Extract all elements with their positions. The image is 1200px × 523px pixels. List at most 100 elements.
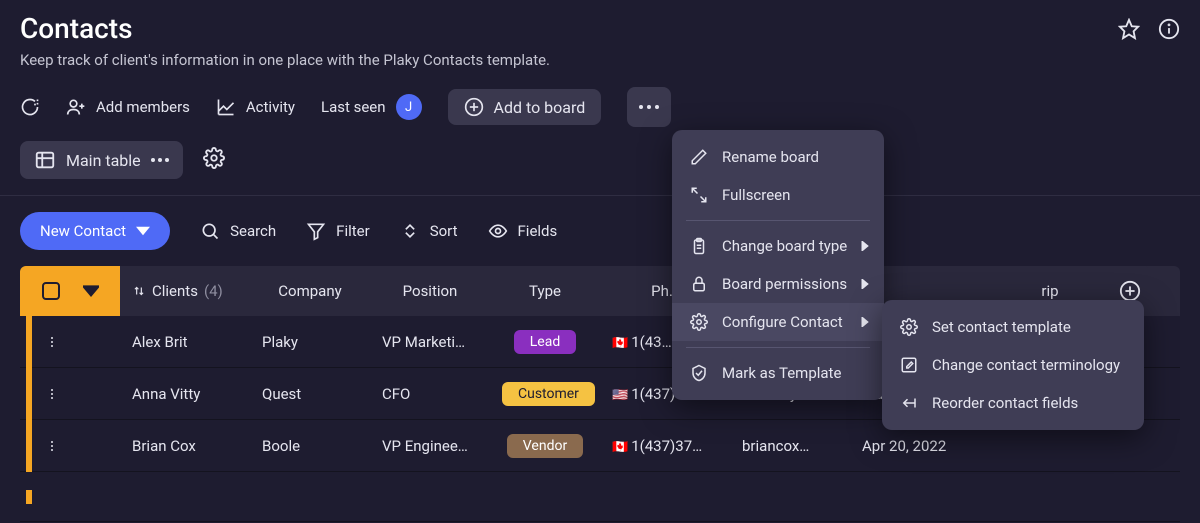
type-tag: Lead bbox=[514, 330, 576, 354]
new-contact-label: New Contact bbox=[40, 222, 126, 240]
cell-name: Brian Cox bbox=[120, 437, 250, 455]
column-clients[interactable]: Clients (4) bbox=[120, 282, 250, 300]
board-menu: Rename board Fullscreen Change board type B… bbox=[672, 130, 884, 400]
drag-icon bbox=[132, 284, 146, 298]
menu-item-mark-as-template[interactable]: Mark as Template bbox=[672, 354, 884, 392]
fields-label: Fields bbox=[518, 222, 558, 240]
main-table-view[interactable]: Main table bbox=[20, 141, 183, 179]
cell-type: Vendor bbox=[490, 434, 600, 458]
chevron-right-icon bbox=[860, 317, 870, 327]
submenu-item-reorder-contact-fields[interactable]: Reorder contact fields bbox=[882, 384, 1144, 422]
chevron-right-icon bbox=[860, 279, 870, 289]
column-position[interactable]: Position bbox=[370, 282, 490, 300]
cell-company: Plaky bbox=[250, 333, 370, 351]
cell-position: VP Marketi… bbox=[370, 333, 490, 351]
toolbar: Add members Activity Last seen J Add to … bbox=[0, 73, 1200, 137]
column-count: (4) bbox=[204, 282, 223, 300]
menu-item-label: Fullscreen bbox=[722, 186, 790, 204]
menu-item-label: Rename board bbox=[722, 148, 819, 166]
chevron-right-icon bbox=[860, 241, 870, 251]
column-label: Clients bbox=[152, 282, 198, 300]
select-all[interactable] bbox=[20, 266, 120, 316]
column-type[interactable]: Type bbox=[490, 282, 600, 300]
sort-button[interactable]: Sort bbox=[400, 221, 458, 241]
column-label: Type bbox=[529, 282, 561, 300]
submenu-item-set-contact-template[interactable]: Set contact template bbox=[882, 308, 1144, 346]
submenu-item-label: Reorder contact fields bbox=[932, 394, 1078, 412]
cell-company: Boole bbox=[250, 437, 370, 455]
cell-company: Quest bbox=[250, 385, 370, 403]
column-desc[interactable]: rip bbox=[990, 282, 1110, 300]
main-table-label: Main table bbox=[66, 151, 141, 170]
flag-icon: 🇨🇦 bbox=[612, 440, 628, 455]
row-color-bar bbox=[26, 420, 32, 472]
cell-type: Customer bbox=[490, 382, 600, 406]
menu-item-label: Change board type bbox=[722, 237, 847, 255]
flag-icon: 🇨🇦 bbox=[612, 336, 628, 351]
last-seen[interactable]: Last seen J bbox=[321, 94, 422, 120]
cell-type: Lead bbox=[490, 330, 600, 354]
page-subtitle: Keep track of client's information in on… bbox=[20, 51, 1118, 69]
view-settings-button[interactable] bbox=[203, 147, 225, 173]
add-to-board-label: Add to board bbox=[494, 98, 586, 117]
menu-item-change-board-type[interactable]: Change board type bbox=[672, 227, 884, 265]
menu-item-rename-board[interactable]: Rename board bbox=[672, 138, 884, 176]
activity-button[interactable]: Activity bbox=[216, 97, 295, 117]
add-members-button[interactable]: Add members bbox=[66, 97, 190, 117]
view-row: Main table bbox=[0, 137, 1200, 196]
cell-name: Anna Vitty bbox=[120, 385, 250, 403]
info-icon[interactable] bbox=[1158, 18, 1180, 44]
submenu-item-label: Set contact template bbox=[932, 318, 1071, 336]
type-tag: Vendor bbox=[507, 434, 583, 458]
refresh-button[interactable] bbox=[20, 97, 40, 117]
new-contact-button[interactable]: New Contact bbox=[20, 212, 170, 250]
title-block: Contacts Keep track of client's informat… bbox=[20, 12, 1118, 69]
column-label: rip bbox=[1041, 282, 1058, 300]
chevron-down-icon bbox=[136, 224, 150, 238]
row-handle[interactable] bbox=[20, 368, 120, 420]
row-handle[interactable] bbox=[20, 316, 120, 368]
column-label: Company bbox=[278, 282, 341, 300]
cell-phone: 🇨🇦1(437)37… bbox=[600, 437, 730, 455]
menu-item-label: Configure Contact bbox=[722, 313, 843, 331]
view-more-icon[interactable] bbox=[151, 158, 169, 162]
submenu-item-label: Change contact terminology bbox=[932, 356, 1120, 374]
page-title: Contacts bbox=[20, 12, 1118, 45]
activity-label: Activity bbox=[246, 98, 295, 116]
menu-item-configure-contact[interactable]: Configure Contact bbox=[672, 303, 884, 341]
row-handle[interactable] bbox=[20, 420, 120, 472]
cell-position: VP Enginee… bbox=[370, 437, 490, 455]
menu-item-label: Mark as Template bbox=[722, 364, 841, 382]
chevron-down-icon bbox=[83, 283, 99, 299]
menu-item-board-permissions[interactable]: Board permissions bbox=[672, 265, 884, 303]
add-to-board-button[interactable]: Add to board bbox=[448, 89, 602, 125]
last-seen-label: Last seen bbox=[321, 98, 386, 116]
column-label: Position bbox=[403, 282, 458, 300]
cell-date: Apr 20, 2022 bbox=[850, 437, 990, 455]
menu-item-fullscreen[interactable]: Fullscreen bbox=[672, 176, 884, 214]
row-color-bar bbox=[26, 368, 32, 420]
cell-position: CFO bbox=[370, 385, 490, 403]
configure-contact-submenu: Set contact template Change contact termi… bbox=[882, 300, 1144, 430]
row-color-bar bbox=[26, 316, 32, 368]
menu-separator bbox=[686, 220, 870, 221]
more-button[interactable] bbox=[627, 87, 671, 127]
more-vertical-icon[interactable] bbox=[44, 334, 60, 350]
menu-item-label: Board permissions bbox=[722, 275, 847, 293]
cell-name: Alex Brit bbox=[120, 333, 250, 351]
submenu-item-change-contact-terminology[interactable]: Change contact terminology bbox=[882, 346, 1144, 384]
filter-button[interactable]: Filter bbox=[306, 221, 370, 241]
column-company[interactable]: Company bbox=[250, 282, 370, 300]
filter-label: Filter bbox=[336, 222, 370, 240]
more-vertical-icon[interactable] bbox=[44, 386, 60, 402]
star-icon[interactable] bbox=[1118, 18, 1140, 44]
fields-button[interactable]: Fields bbox=[488, 221, 558, 241]
cell-email: briancox… bbox=[730, 437, 850, 455]
more-vertical-icon[interactable] bbox=[44, 438, 60, 454]
flag-icon: 🇺🇸 bbox=[612, 388, 628, 403]
search-button[interactable]: Search bbox=[200, 221, 276, 241]
add-members-label: Add members bbox=[96, 98, 190, 116]
sort-label: Sort bbox=[430, 222, 458, 240]
menu-separator bbox=[686, 347, 870, 348]
avatar: J bbox=[396, 94, 422, 120]
